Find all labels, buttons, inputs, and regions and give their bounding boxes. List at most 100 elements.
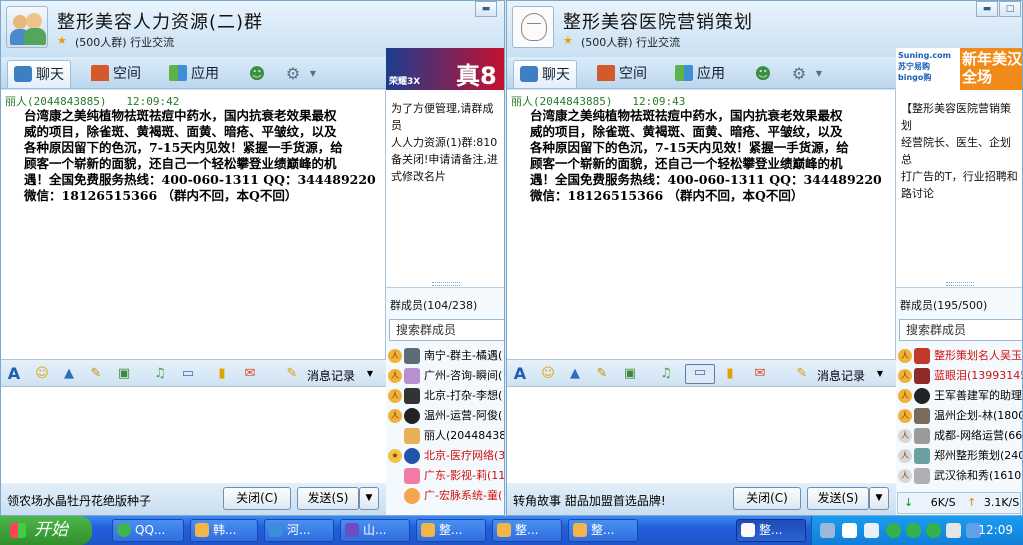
list-item[interactable]: 人蓝眼泪(139931455: [898, 366, 1022, 386]
taskbar-item[interactable]: 整...: [736, 519, 806, 542]
list-item[interactable]: 人广州-咨询-瞬间(: [388, 366, 504, 386]
taskbar-item[interactable]: 整...: [568, 519, 638, 542]
resize-grip[interactable]: [946, 282, 974, 286]
minimize-button[interactable]: ▬: [976, 1, 998, 17]
music-icon[interactable]: ♫: [151, 366, 169, 382]
tab-space[interactable]: 空间: [591, 60, 653, 88]
qq-tray-icon[interactable]: [906, 523, 921, 538]
tab-chat[interactable]: 聊天: [7, 60, 71, 88]
send-options-button[interactable]: ▼: [359, 487, 379, 510]
admin-icon: 人: [898, 369, 912, 383]
keyboard-icon[interactable]: [820, 523, 835, 538]
calendar-icon[interactable]: [864, 523, 879, 538]
gift-icon[interactable]: ✉: [751, 366, 769, 382]
font-icon[interactable]: A: [5, 366, 23, 382]
gear-icon[interactable]: ⚙: [789, 65, 809, 83]
screenshot-icon[interactable]: ▭: [685, 364, 715, 384]
tab-space[interactable]: 空间: [85, 60, 147, 88]
close-button[interactable]: 关闭(C): [733, 487, 801, 510]
list-item[interactable]: 人整形策划名人吴玉: [898, 346, 1022, 366]
tab-apps[interactable]: 应用: [669, 60, 731, 88]
bottom-ad-link[interactable]: 转角故事 甜品加盟首选品牌!: [513, 492, 666, 509]
taskbar-item[interactable]: 河...: [264, 519, 334, 542]
image-icon[interactable]: ▣: [115, 366, 133, 382]
avatar: [914, 348, 930, 364]
history-icon[interactable]: ✎: [793, 366, 811, 382]
start-button[interactable]: 开始: [0, 516, 92, 545]
volume-icon[interactable]: [946, 523, 961, 538]
history-button[interactable]: 消息记录: [817, 367, 865, 384]
list-item[interactable]: ★ 北京-医疗网络(3: [388, 446, 504, 466]
send-button[interactable]: 发送(S): [297, 487, 359, 510]
group-avatar[interactable]: [512, 6, 554, 48]
list-item[interactable]: 人南宁-群主-橘遇(: [388, 346, 504, 366]
chat-history[interactable]: 丽人(2044843885) 12:09:43 台湾康之美纯植物祛斑祛痘中药水，…: [507, 90, 896, 359]
chevron-down-icon[interactable]: ▼: [361, 366, 379, 382]
minimize-button[interactable]: ▬: [475, 1, 497, 17]
doodle-icon[interactable]: ✎: [87, 366, 105, 382]
image-icon[interactable]: ▣: [621, 366, 639, 382]
gear-icon[interactable]: ⚙: [283, 65, 303, 83]
taskbar-item[interactable]: 整...: [416, 519, 486, 542]
close-button[interactable]: 关闭(C): [223, 487, 291, 510]
taskbar-item[interactable]: 韩...: [190, 519, 258, 542]
list-item[interactable]: 丽人(2044843885: [388, 426, 504, 446]
taskbar-item[interactable]: 整...: [492, 519, 562, 542]
member-search-input[interactable]: 搜索群成员: [389, 319, 504, 341]
send-button[interactable]: 发送(S): [807, 487, 869, 510]
bottom-ad-link[interactable]: 领农场水晶牡丹花绝版种子: [7, 492, 151, 509]
add-member-icon[interactable]: ☻: [753, 65, 773, 83]
list-item[interactable]: 人北京-打杂-李想(: [388, 386, 504, 406]
doodle-icon[interactable]: ✎: [593, 366, 611, 382]
list-item[interactable]: 人武汉徐和秀(16106: [898, 466, 1022, 486]
emoji-icon[interactable]: ☺: [33, 366, 51, 382]
chat-icon: [520, 66, 538, 82]
group-avatar[interactable]: [6, 6, 48, 48]
list-item[interactable]: 人郑州整形策划(240: [898, 446, 1022, 466]
chevron-down-icon[interactable]: ▼: [809, 65, 829, 83]
message-input[interactable]: [507, 387, 896, 483]
font-icon[interactable]: A: [511, 366, 529, 382]
history-icon[interactable]: ✎: [283, 366, 301, 382]
list-item[interactable]: 广东-影视-莉(11: [388, 466, 504, 486]
avatar: [404, 428, 420, 444]
shake-icon[interactable]: ▲: [60, 366, 78, 382]
add-member-icon[interactable]: ☻: [247, 65, 267, 83]
avatar: [914, 408, 930, 424]
resize-grip[interactable]: [432, 282, 460, 286]
chart-icon[interactable]: ▮: [721, 366, 739, 382]
ad-banner[interactable]: Suning.com 苏宁易购 bingo购 新年美汉全场: [896, 48, 1022, 90]
tab-chat[interactable]: 聊天: [513, 60, 577, 88]
list-item[interactable]: 人温州企划-林(1800: [898, 406, 1022, 426]
chevron-down-icon[interactable]: ▼: [303, 65, 323, 83]
maximize-button[interactable]: □: [999, 1, 1021, 17]
list-item[interactable]: 人温州-运营-阿俊(: [388, 406, 504, 426]
history-button[interactable]: 消息记录: [307, 367, 355, 384]
taskbar-item[interactable]: 山...: [340, 519, 410, 542]
gift-icon[interactable]: ✉: [241, 366, 259, 382]
tab-apps[interactable]: 应用: [163, 60, 225, 88]
emoji-icon[interactable]: ☺: [539, 366, 557, 382]
owner-icon: 人: [388, 349, 402, 363]
list-item[interactable]: 人王军善建军的助理: [898, 386, 1022, 406]
list-item[interactable]: 广-宏脉系统-童(: [388, 486, 504, 506]
message-input[interactable]: [1, 387, 386, 483]
help-icon[interactable]: [842, 523, 857, 538]
chart-icon[interactable]: ▮: [213, 366, 231, 382]
member-list: 人整形策划名人吴玉 人蓝眼泪(139931455 人王军善建军的助理 人温州企划…: [898, 346, 1022, 486]
qq-tray-icon[interactable]: [886, 523, 901, 538]
chat-history[interactable]: 丽人(2044843885) 12:09:42 台湾康之美纯植物祛斑祛痘中药水，…: [1, 90, 386, 359]
send-options-button[interactable]: ▼: [869, 487, 889, 510]
qq-tray-icon[interactable]: [926, 523, 941, 538]
shake-icon[interactable]: ▲: [566, 366, 584, 382]
star-icon: ★: [57, 34, 67, 47]
browser-icon: [345, 523, 359, 537]
music-icon[interactable]: ♫: [657, 366, 675, 382]
member-search-input[interactable]: 搜索群成员: [899, 319, 1022, 341]
taskbar-item[interactable]: QQ...: [112, 519, 184, 542]
list-item[interactable]: 人成都-网络运营(66: [898, 426, 1022, 446]
window-icon: [269, 523, 283, 537]
ad-banner[interactable]: 荣耀3X 真8: [386, 48, 504, 90]
screenshot-icon[interactable]: ▭: [179, 366, 197, 382]
chevron-down-icon[interactable]: ▼: [871, 366, 889, 382]
